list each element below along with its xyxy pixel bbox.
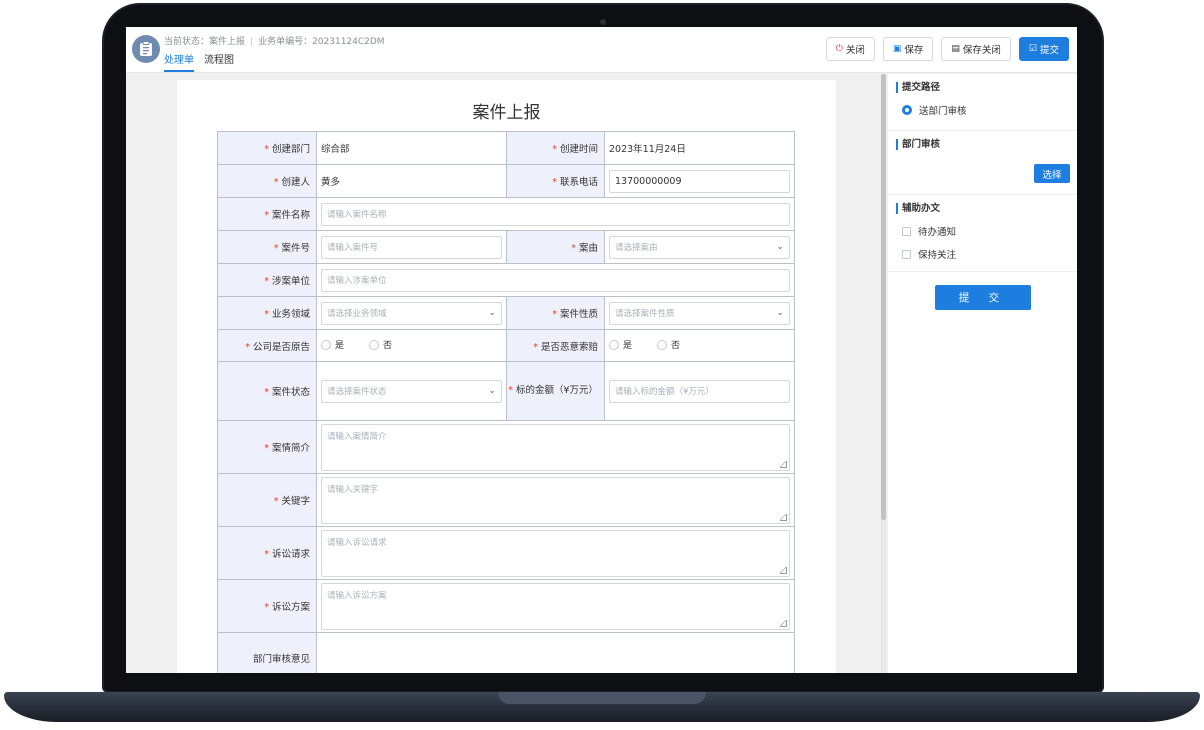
save-label: 保存 xyxy=(904,45,924,56)
plan-textarea[interactable]: 请输入诉讼方案 xyxy=(321,582,790,630)
status-text: 当前状态：案件上报 xyxy=(164,37,246,47)
malicious-no-radio[interactable]: 否 xyxy=(657,338,680,351)
case-name-input[interactable]: 请输入案件名称 xyxy=(321,202,790,226)
plaintiff-no-radio[interactable]: 否 xyxy=(369,338,392,351)
route-title: 提交路径 xyxy=(896,82,1069,93)
dept-label: * 创建部门 xyxy=(217,131,317,165)
radio-selected-icon xyxy=(902,105,912,115)
case-form: * 创建部门 综合部 * 创建时间 2023年11月24日 * 创建人 黄多 * 联系电… xyxy=(217,131,795,673)
right-panel: 提交路径 送部门审核 部门审核 选择 辅助办文 待办通知 保持关注 提 交 xyxy=(888,74,1077,673)
document-area: 案件上报 * 创建部门 综合部 * 创建时间 2023年11月24日 * 创建人 黄多… xyxy=(126,74,884,673)
created-time-label: * 创建时间 xyxy=(506,131,605,165)
tab-process-form[interactable]: 处理单 xyxy=(164,51,194,72)
checkbox-icon xyxy=(902,226,911,236)
cause-label: * 案由 xyxy=(506,230,605,264)
plaintiff-yes-radio[interactable]: 是 xyxy=(321,338,344,351)
case-status-placeholder: 请选择案件状态 xyxy=(327,387,387,397)
keywords-label: * 关键字 xyxy=(217,473,317,527)
phone-input[interactable]: 13700000009 xyxy=(609,169,790,193)
close-label: 关闭 xyxy=(845,45,865,56)
chevron-down-icon: ⌄ xyxy=(776,308,784,318)
panel-submit-button[interactable]: 提 交 xyxy=(935,285,1031,310)
document-page: 案件上报 * 创建部门 综合部 * 创建时间 2023年11月24日 * 创建人 黄多… xyxy=(177,80,836,673)
claims-textarea[interactable]: 请输入诉讼请求 xyxy=(321,529,790,577)
amount-input[interactable]: 请输入标的金额（¥万元） xyxy=(609,379,790,403)
scrollbar[interactable] xyxy=(881,74,886,673)
header: 当前状态：案件上报 | 业务单编号：20231124C2DM 处理单 流程图 ⏻ 关闭… xyxy=(126,27,1077,73)
dept-opinion-value xyxy=(316,632,795,673)
route-section: 提交路径 送部门审核 xyxy=(888,74,1077,131)
tab-flowchart[interactable]: 流程图 xyxy=(204,51,234,72)
page-title: 案件上报 xyxy=(472,103,541,123)
case-status-label: * 案件状态 xyxy=(217,361,317,421)
close-button[interactable]: ⏻ 关闭 xyxy=(825,37,875,61)
action-buttons: ⏻ 关闭 ▣ 保存 ▤ 保存关闭 ☑ 提交 xyxy=(825,37,1069,61)
case-status-select[interactable]: 请选择案件状态 ⌄ xyxy=(321,379,502,403)
laptop-notch xyxy=(498,692,706,704)
keywords-textarea[interactable]: 请输入关键字 xyxy=(321,476,790,524)
screen: 当前状态：案件上报 | 业务单编号：20231124C2DM 处理单 流程图 ⏻ 关闭… xyxy=(126,27,1077,673)
case-name-label: * 案件名称 xyxy=(217,197,317,231)
assist-section: 辅助办文 待办通知 保持关注 xyxy=(888,195,1077,272)
case-no-label: * 案件号 xyxy=(217,230,317,264)
save-close-button[interactable]: ▤ 保存关闭 xyxy=(941,37,1011,61)
nature-placeholder: 请选择案件性质 xyxy=(615,309,675,319)
check-icon: ☑ xyxy=(1028,44,1037,54)
submit-button[interactable]: ☑ 提交 xyxy=(1018,37,1069,61)
chevron-down-icon: ⌄ xyxy=(488,386,496,396)
cause-placeholder: 请选择案由 xyxy=(615,243,658,253)
summary-textarea[interactable]: 请输入案情简介 xyxy=(321,423,790,471)
nature-select[interactable]: 请选择案件性质 ⌄ xyxy=(609,301,790,325)
domain-label: * 业务领域 xyxy=(217,296,317,330)
todo-notify-label: 待办通知 xyxy=(918,227,957,238)
chevron-down-icon: ⌄ xyxy=(488,308,496,318)
camera-icon xyxy=(600,19,606,25)
cause-select[interactable]: 请选择案由 ⌄ xyxy=(609,235,790,259)
review-section: 部门审核 选择 xyxy=(888,131,1077,195)
order-number: 业务单编号：20231124C2DM xyxy=(258,37,385,47)
power-icon: ⏻ xyxy=(835,44,843,54)
save-close-icon: ▤ xyxy=(951,44,960,54)
select-reviewer-button[interactable]: 选择 xyxy=(1034,164,1070,183)
claims-label: * 诉讼请求 xyxy=(217,526,317,580)
review-title: 部门审核 xyxy=(896,139,1069,150)
nature-label: * 案件性质 xyxy=(506,296,605,330)
assist-title: 辅助办文 xyxy=(896,203,1069,214)
case-no-input[interactable]: 请输入案件号 xyxy=(321,235,502,259)
phone-label: * 联系电话 xyxy=(506,164,605,198)
save-button[interactable]: ▣ 保存 xyxy=(882,37,934,61)
dept-value: 综合部 xyxy=(316,131,507,165)
save-icon: ▣ xyxy=(892,44,902,54)
creator-value: 黄多 xyxy=(316,164,507,198)
amount-label: * 标的金额（¥万元） xyxy=(506,361,605,421)
checkbox-icon xyxy=(902,249,911,259)
created-time-value: 2023年11月24日 xyxy=(604,131,795,165)
plan-label: * 诉讼方案 xyxy=(217,579,317,633)
scrollbar-thumb[interactable] xyxy=(881,74,886,520)
domain-select[interactable]: 请选择业务领域 ⌄ xyxy=(321,301,502,325)
summary-label: * 案情简介 xyxy=(217,420,317,474)
domain-placeholder: 请选择业务领域 xyxy=(327,309,387,319)
keep-follow-checkbox[interactable]: 保持关注 xyxy=(896,247,1069,261)
chevron-down-icon: ⌄ xyxy=(776,242,784,252)
dept-opinion-label: 部门审核意见 xyxy=(217,632,317,673)
route-option-radio[interactable]: 送部门审核 xyxy=(896,103,1069,117)
creator-label: * 创建人 xyxy=(217,164,317,198)
unit-label: * 涉案单位 xyxy=(217,263,317,297)
todo-notify-checkbox[interactable]: 待办通知 xyxy=(896,224,1069,238)
is-plaintiff-label: * 公司是否原告 xyxy=(217,329,317,362)
malicious-yes-radio[interactable]: 是 xyxy=(609,338,632,351)
keep-follow-label: 保持关注 xyxy=(918,250,957,261)
route-option-label: 送部门审核 xyxy=(919,106,967,117)
save-close-label: 保存关闭 xyxy=(962,45,1001,56)
malicious-label: * 是否恶意索赔 xyxy=(506,329,605,362)
submit-label: 提交 xyxy=(1039,45,1059,56)
unit-input[interactable]: 请输入涉案单位 xyxy=(321,268,790,292)
laptop-frame: 当前状态：案件上报 | 业务单编号：20231124C2DM 处理单 流程图 ⏻ 关闭… xyxy=(0,0,1204,730)
status-line: 当前状态：案件上报 | 业务单编号：20231124C2DM xyxy=(164,37,385,47)
document-icon xyxy=(132,35,160,63)
tabs: 处理单 流程图 xyxy=(164,51,234,72)
